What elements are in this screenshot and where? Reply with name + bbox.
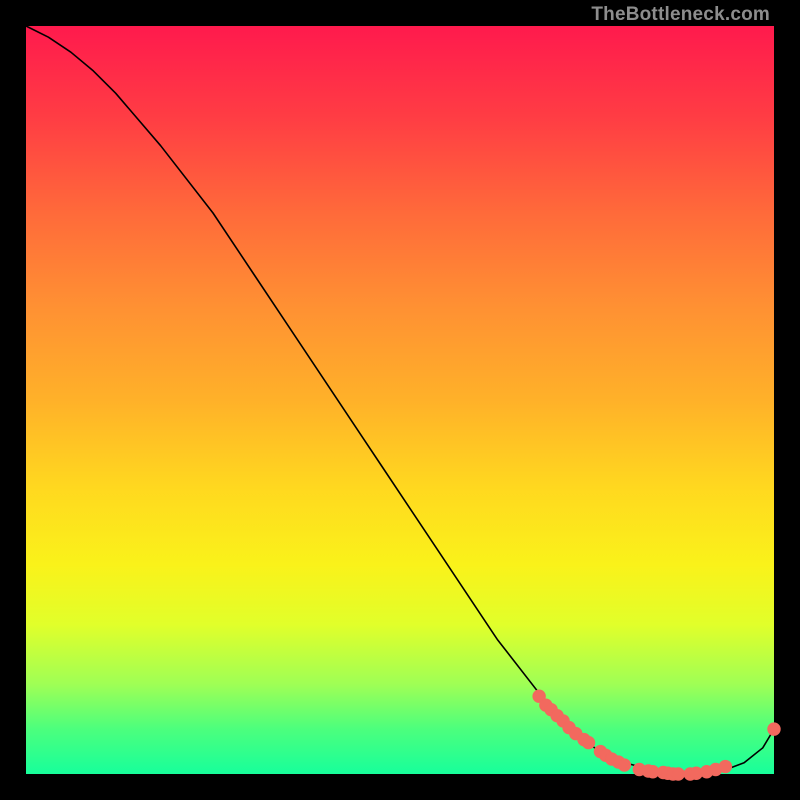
data-point	[672, 768, 684, 780]
chart-curve	[26, 26, 774, 774]
data-point	[618, 759, 630, 771]
data-point	[582, 736, 594, 748]
chart-svg	[26, 26, 774, 774]
data-point	[768, 723, 780, 735]
data-point	[719, 760, 731, 772]
watermark-text: TheBottleneck.com	[591, 4, 770, 26]
chart-points	[533, 690, 780, 780]
